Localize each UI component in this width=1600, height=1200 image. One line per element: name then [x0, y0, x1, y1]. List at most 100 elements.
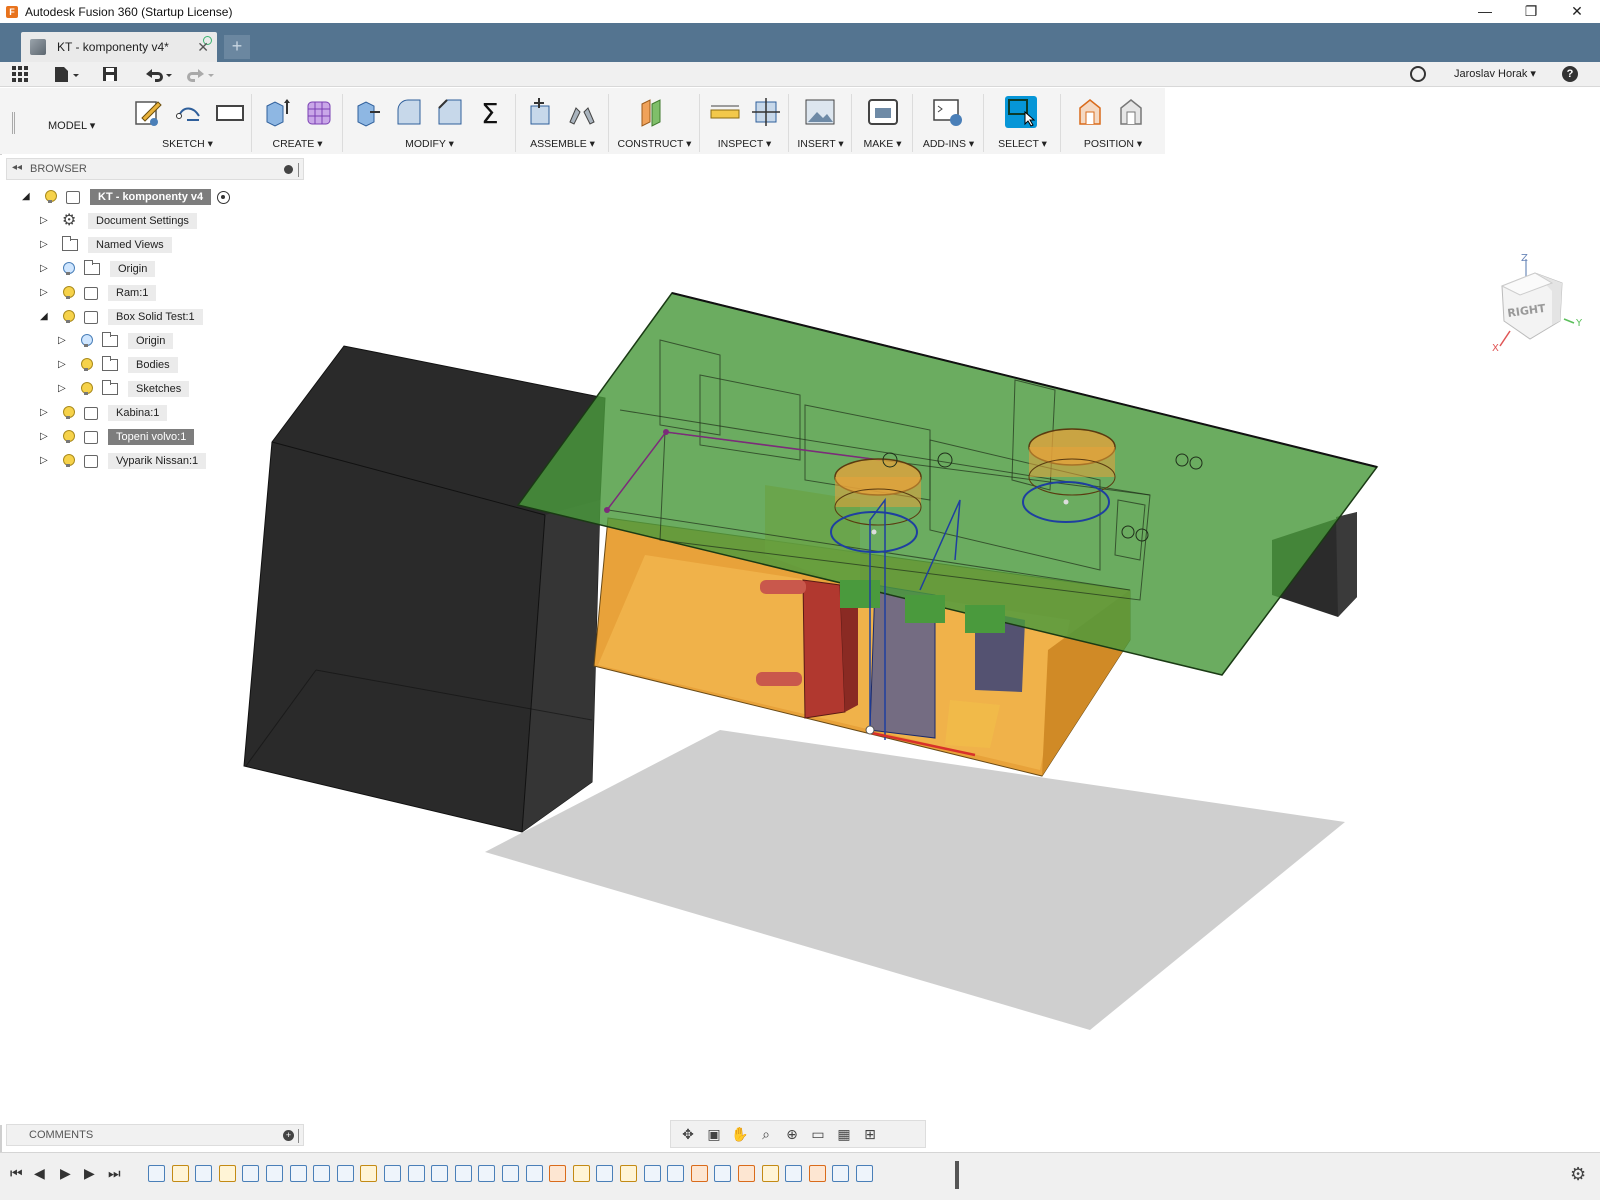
timeline-marker[interactable]: [955, 1161, 959, 1189]
help-icon[interactable]: ?: [1562, 66, 1578, 82]
tree-row-topeni-volvo[interactable]: ▷ Topeni volvo:1: [40, 427, 195, 447]
tree-item-label[interactable]: Origin: [128, 333, 174, 349]
tree-item-label[interactable]: Sketches: [128, 381, 190, 397]
timeline-position-feature-icon[interactable]: [690, 1165, 708, 1182]
timeline-body-feature-icon[interactable]: [502, 1165, 519, 1182]
step-forward-icon[interactable]: ▶: [84, 1165, 95, 1182]
make-group-label[interactable]: MAKE ▾: [853, 138, 912, 150]
timeline-sketch-feature-icon[interactable]: [171, 1165, 189, 1182]
browser-header[interactable]: ◂◂ BROWSER: [6, 158, 304, 180]
timeline-body-feature-icon[interactable]: [266, 1165, 283, 1182]
toolbar-grip[interactable]: [12, 112, 15, 134]
timeline-body-feature-icon[interactable]: [667, 1165, 685, 1182]
measure-icon[interactable]: [709, 96, 741, 128]
tree-item-label[interactable]: Origin: [110, 261, 156, 277]
look-at-icon[interactable]: ▣: [703, 1125, 725, 1143]
tree-item-label[interactable]: KT - komponenty v4: [90, 189, 212, 205]
timeline-body-feature-icon[interactable]: [289, 1165, 307, 1182]
visibility-bulb-icon[interactable]: [62, 310, 75, 324]
fit-icon[interactable]: ⊕: [781, 1125, 803, 1143]
tree-item-label[interactable]: Ram:1: [108, 285, 157, 301]
insert-canvas-icon[interactable]: [804, 96, 836, 128]
timeline-body-feature-icon[interactable]: [714, 1165, 732, 1182]
tree-row-sub-origin[interactable]: ▷ Origin: [58, 331, 174, 351]
undo-icon[interactable]: [144, 66, 176, 84]
tree-item-label[interactable]: Vyparik Nissan:1: [108, 453, 207, 469]
timeline-body-feature-icon[interactable]: [454, 1165, 472, 1182]
close-tab-button[interactable]: ✕: [197, 39, 209, 56]
tree-row-named-views[interactable]: ▷ Named Views: [40, 235, 172, 255]
capture-position-icon[interactable]: [1074, 96, 1106, 128]
visibility-bulb-icon[interactable]: [62, 430, 75, 444]
timeline-position-feature-icon[interactable]: [549, 1165, 567, 1182]
collapsed-triangle-icon[interactable]: ▷: [58, 336, 68, 346]
save-icon[interactable]: [102, 66, 118, 84]
timeline-body-feature-icon[interactable]: [596, 1165, 614, 1182]
timeline-sketch-feature-icon[interactable]: [620, 1165, 637, 1182]
timeline-body-feature-icon[interactable]: [407, 1165, 425, 1182]
tree-row-box-solid-test[interactable]: ◢ Box Solid Test:1: [40, 307, 203, 327]
new-component-icon[interactable]: [525, 96, 557, 128]
orbit-icon[interactable]: ✥: [677, 1125, 699, 1143]
expanded-triangle-icon[interactable]: ◢: [40, 312, 50, 322]
position-group-label[interactable]: POSITION ▾: [1062, 138, 1164, 150]
modify-group-label[interactable]: MODIFY ▾: [344, 138, 515, 150]
offset-plane-icon[interactable]: [636, 96, 668, 128]
rectangle-icon[interactable]: [214, 96, 246, 128]
pan-hand-icon[interactable]: ✋: [729, 1125, 751, 1143]
addins-group-label[interactable]: ADD-INS ▾: [914, 138, 983, 150]
timeline-body-feature-icon[interactable]: [832, 1165, 850, 1182]
visibility-bulb-icon[interactable]: [62, 262, 75, 276]
tree-item-label[interactable]: Box Solid Test:1: [108, 309, 203, 325]
collapsed-triangle-icon[interactable]: ▷: [40, 456, 50, 466]
zoom-icon[interactable]: ⌕: [755, 1125, 777, 1143]
line-icon[interactable]: [173, 96, 205, 128]
tree-item-label-selected[interactable]: Topeni volvo:1: [108, 429, 195, 445]
timeline-settings-gear-icon[interactable]: ⚙: [1570, 1164, 1586, 1185]
timeline-body-feature-icon[interactable]: [431, 1165, 449, 1182]
collapsed-triangle-icon[interactable]: ▷: [40, 432, 50, 442]
timeline-body-feature-icon[interactable]: [336, 1165, 354, 1182]
timeline-position-feature-icon[interactable]: [738, 1165, 755, 1182]
3d-print-icon[interactable]: [867, 96, 899, 128]
tree-row-document-settings[interactable]: ▷ ⚙ Document Settings: [40, 211, 197, 231]
collapsed-triangle-icon[interactable]: ▷: [40, 408, 50, 418]
visibility-bulb-icon[interactable]: [80, 334, 93, 348]
revert-position-icon[interactable]: [1115, 96, 1147, 128]
timeline-body-feature-icon[interactable]: [242, 1165, 260, 1182]
tree-item-label[interactable]: Kabina:1: [108, 405, 168, 421]
chamfer-icon[interactable]: [434, 96, 466, 128]
timeline-sketch-feature-icon[interactable]: [360, 1165, 378, 1182]
tree-row-root[interactable]: ◢ KT - komponenty v4: [22, 187, 231, 207]
timeline-body-feature-icon[interactable]: [525, 1165, 543, 1182]
form-icon[interactable]: [302, 96, 334, 128]
insert-group-label[interactable]: INSERT ▾: [790, 138, 851, 150]
tree-item-label[interactable]: Named Views: [88, 237, 172, 253]
close-window-button[interactable]: ✕: [1554, 0, 1600, 23]
tree-row-ram[interactable]: ▷ Ram:1: [40, 283, 157, 303]
create-sketch-icon[interactable]: [132, 96, 164, 128]
maximize-button[interactable]: ❐: [1508, 0, 1554, 23]
timeline-body-feature-icon[interactable]: [195, 1165, 213, 1182]
timeline-body-feature-icon[interactable]: [643, 1165, 661, 1182]
collapsed-triangle-icon[interactable]: ▷: [40, 288, 50, 298]
timeline-body-feature-icon[interactable]: [384, 1165, 401, 1182]
play-icon[interactable]: ▶: [60, 1165, 71, 1182]
comments-resize-handle[interactable]: [298, 1129, 300, 1143]
timeline-sketch-feature-icon[interactable]: [761, 1165, 779, 1182]
tree-row-origin[interactable]: ▷ Origin: [40, 259, 156, 279]
extrude-icon[interactable]: [261, 96, 293, 128]
fillet-icon[interactable]: [393, 96, 425, 128]
viewports-icon[interactable]: ⊞: [859, 1125, 881, 1143]
collapsed-triangle-icon[interactable]: ▷: [40, 216, 50, 226]
comments-panel[interactable]: COMMENTS +: [6, 1124, 304, 1146]
collapsed-triangle-icon[interactable]: ▷: [58, 384, 68, 394]
timeline-position-feature-icon[interactable]: [808, 1165, 826, 1182]
expanded-triangle-icon[interactable]: ◢: [22, 192, 32, 202]
timeline-sketch-feature-icon[interactable]: [572, 1165, 590, 1182]
tree-row-vyparik-nissan[interactable]: ▷ Vyparik Nissan:1: [40, 451, 207, 471]
timeline-body-feature-icon[interactable]: [785, 1165, 803, 1182]
job-status-clock-icon[interactable]: [1410, 66, 1426, 82]
select-tool-icon[interactable]: [1005, 96, 1037, 128]
create-group-label[interactable]: CREATE ▾: [253, 138, 342, 150]
